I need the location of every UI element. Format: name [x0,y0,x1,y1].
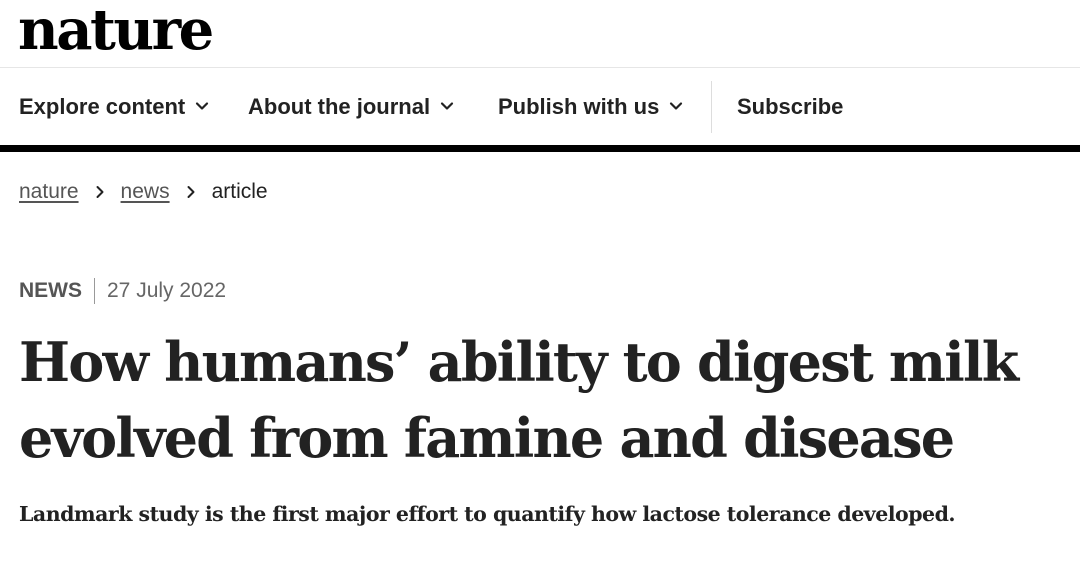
nav-divider [711,81,712,133]
nav-about-the-journal-label: About the journal [248,94,431,119]
chevron-right-icon [96,186,104,198]
site-header: nature [0,0,1080,68]
breadcrumb-news[interactable]: news [121,180,170,204]
chevron-right-icon [187,186,195,198]
chevron-down-icon [440,102,454,110]
chevron-down-icon [670,102,683,110]
nature-logo[interactable]: nature [18,0,214,62]
nav-about-the-journal[interactable]: About the journal [248,94,454,120]
breadcrumb-nature[interactable]: nature [19,180,79,204]
meta-divider [94,278,95,304]
breadcrumb: nature news article [19,180,268,204]
nav-publish-with-us-label: Publish with us [498,94,660,119]
subscribe-link[interactable]: Subscribe [737,94,843,120]
nav-publish-with-us[interactable]: Publish with us [498,94,683,120]
breadcrumb-article: article [211,180,268,203]
article-type: NEWS [19,279,82,302]
chevron-down-icon [196,102,209,110]
nav-explore-content-label: Explore content [19,94,186,119]
nav-explore-content[interactable]: Explore content [19,94,209,120]
main-nav: Explore content About the journal Publis… [0,69,1080,145]
article-title: How humans’ ability to digest milk evolv… [19,330,1019,470]
article-standfirst: Landmark study is the first major effort… [19,502,956,526]
article-date: 27 July 2022 [107,279,227,302]
article-meta: NEWS 27 July 2022 [19,278,226,304]
header-rule [0,145,1080,152]
